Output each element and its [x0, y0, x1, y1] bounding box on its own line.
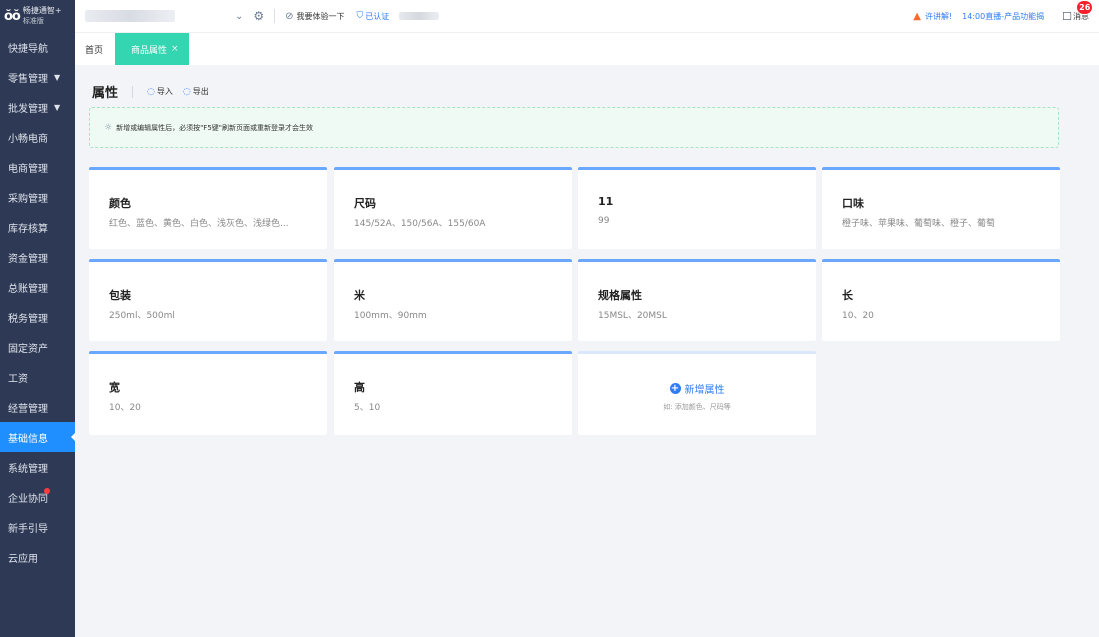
attribute-card[interactable]: 规格属性 15MSL、20MSL	[578, 259, 816, 341]
sidebar-item-purchase[interactable]: 采购管理	[0, 182, 75, 212]
caret-down-icon: ▼	[54, 102, 61, 112]
attribute-card[interactable]: 宽 10、20	[89, 351, 327, 435]
sidebar-item-fixed-assets[interactable]: 固定资产	[0, 332, 75, 362]
export-button[interactable]: ◌ 导出	[183, 86, 209, 97]
sidebar-item-payroll[interactable]: 工资	[0, 362, 75, 392]
attribute-name: 尺码	[354, 197, 376, 210]
link-icon: ⊘	[285, 10, 294, 22]
chevron-down-icon[interactable]: ⌄	[235, 11, 243, 22]
notification-dot	[44, 488, 50, 494]
sidebar-nav: 快捷导航 零售管理 ▼ 批发管理 ▼ 小畅电商 电商管理 采购管理 库存核算 资金管…	[0, 32, 75, 572]
attribute-card[interactable]: 长 10、20	[822, 259, 1060, 341]
sidebar-item-system[interactable]: 系统管理	[0, 452, 75, 482]
attribute-name: 长	[842, 289, 853, 302]
message-icon: ☐	[1062, 9, 1072, 23]
sidebar-item-basic-info[interactable]: 基础信息	[0, 422, 75, 452]
sidebar-item-inventory[interactable]: 库存核算	[0, 212, 75, 242]
sidebar-item-funds[interactable]: 资金管理	[0, 242, 75, 272]
lightbulb-icon: ☼	[104, 122, 113, 133]
announcement-link[interactable]: 许讲解!	[925, 11, 952, 22]
attribute-name: 包装	[109, 289, 131, 302]
attribute-card[interactable]: 11 99	[578, 167, 816, 249]
attribute-values: 99	[598, 216, 610, 226]
attribute-name: 米	[354, 289, 365, 302]
attribute-card[interactable]: 颜色 红色、蓝色、黄色、白色、浅灰色、浅绿色...	[89, 167, 327, 249]
main-content: 属性 ◌ 导入 ◌ 导出 ☼ 新增或编辑属性后，必须按"F5键"刷新页面或重新登…	[75, 65, 1099, 637]
owl-logo-icon: ŏŏ	[4, 8, 21, 24]
sidebar-item-mini-ecom[interactable]: 小畅电商	[0, 122, 75, 152]
sidebar-item-quick-nav[interactable]: 快捷导航	[0, 32, 75, 62]
attribute-name: 规格属性	[598, 289, 642, 302]
sidebar-item-wholesale[interactable]: 批发管理 ▼	[0, 92, 75, 122]
attribute-name: 高	[354, 381, 365, 394]
user-name-redacted	[399, 12, 440, 20]
sidebar: ŏŏ 畅捷通智+ 标准版 快捷导航 零售管理 ▼ 批发管理 ▼ 小畅电商 电商管理 …	[0, 0, 75, 637]
add-attribute-label: 新增属性	[684, 385, 725, 396]
bell-icon: ▲	[913, 10, 921, 22]
certified-badge[interactable]: ⛉ 已认证	[357, 11, 390, 22]
close-icon[interactable]: ×	[171, 44, 179, 54]
message-count-badge: 26	[1076, 0, 1094, 15]
attribute-values: 250ml、500ml	[109, 311, 175, 321]
attribute-values: 10、20	[842, 311, 874, 321]
import-button[interactable]: ◌ 导入	[147, 86, 173, 97]
attribute-values: 红色、蓝色、黄色、白色、浅灰色、浅绿色...	[109, 219, 289, 229]
page-header: 属性 ◌ 导入 ◌ 导出	[92, 82, 219, 101]
attribute-name: 11	[598, 195, 614, 208]
attribute-name: 口味	[842, 197, 864, 210]
tab-home[interactable]: 首页	[75, 33, 113, 65]
divider	[274, 9, 276, 23]
export-icon: ◌	[182, 86, 191, 97]
attribute-card[interactable]: 包装 250ml、500ml	[89, 259, 327, 341]
sidebar-item-collaboration[interactable]: 企业协同	[0, 482, 75, 512]
app-name: 畅捷通智+	[22, 6, 62, 15]
shield-check-icon: ⛉	[356, 11, 364, 21]
attribute-name: 颜色	[109, 197, 131, 210]
plus-circle-icon: +	[669, 383, 681, 394]
app-logo[interactable]: ŏŏ 畅捷通智+ 标准版	[0, 0, 75, 32]
attribute-values: 15MSL、20MSL	[598, 311, 667, 321]
store-selector-redacted[interactable]	[85, 10, 175, 22]
sidebar-item-operations[interactable]: 经营管理	[0, 392, 75, 422]
live-stream-link[interactable]: 14:00直播-产品功能揭	[962, 11, 1044, 22]
sidebar-item-ledger[interactable]: 总账管理	[0, 272, 75, 302]
page-title: 属性	[92, 86, 119, 101]
tab-bar: 首页 商品属性 ×	[75, 32, 1099, 65]
topbar: ⌄ ⚙ ⊘ 我要体验一下 ⛉ 已认证 ▲ 许讲解! 14:00直播-产品功能揭 …	[75, 0, 1099, 32]
tab-product-attributes[interactable]: 商品属性 ×	[115, 33, 189, 65]
divider	[132, 85, 134, 98]
attribute-values: 10、20	[109, 403, 141, 413]
import-icon: ◌	[147, 86, 155, 97]
notice-banner: ☼ 新增或编辑属性后，必须按"F5键"刷新页面或重新登录才会生效	[89, 107, 1059, 148]
sidebar-item-cloud-apps[interactable]: 云应用	[0, 542, 75, 572]
add-attribute-hint: 如: 添加颜色、尺码等	[663, 403, 731, 411]
attribute-card[interactable]: 米 100mm、90mm	[334, 259, 572, 341]
attribute-values: 100mm、90mm	[354, 311, 427, 321]
gear-icon[interactable]: ⚙	[253, 9, 264, 23]
messages-button[interactable]: ☐ 消息 26	[1062, 0, 1094, 23]
attribute-values: 145/52A、150/56A、155/60A	[354, 219, 486, 229]
attribute-card[interactable]: 高 5、10	[334, 351, 572, 435]
experience-link[interactable]: ⊘ 我要体验一下	[285, 11, 344, 22]
attribute-values: 橙子味、苹果味、葡萄味、橙子、葡萄	[842, 219, 996, 229]
attribute-card[interactable]: 尺码 145/52A、150/56A、155/60A	[334, 167, 572, 249]
sidebar-item-tax[interactable]: 税务管理	[0, 302, 75, 332]
app-edition: 标准版	[22, 17, 44, 25]
attribute-values: 5、10	[354, 403, 381, 413]
sidebar-item-retail[interactable]: 零售管理 ▼	[0, 62, 75, 92]
add-attribute-card[interactable]: + 新增属性 如: 添加颜色、尺码等	[578, 351, 816, 435]
caret-down-icon: ▼	[54, 72, 61, 82]
sidebar-item-guide[interactable]: 新手引导	[0, 512, 75, 542]
attribute-card[interactable]: 口味 橙子味、苹果味、葡萄味、橙子、葡萄	[822, 167, 1060, 249]
attribute-name: 宽	[109, 381, 120, 394]
sidebar-item-ecom[interactable]: 电商管理	[0, 152, 75, 182]
